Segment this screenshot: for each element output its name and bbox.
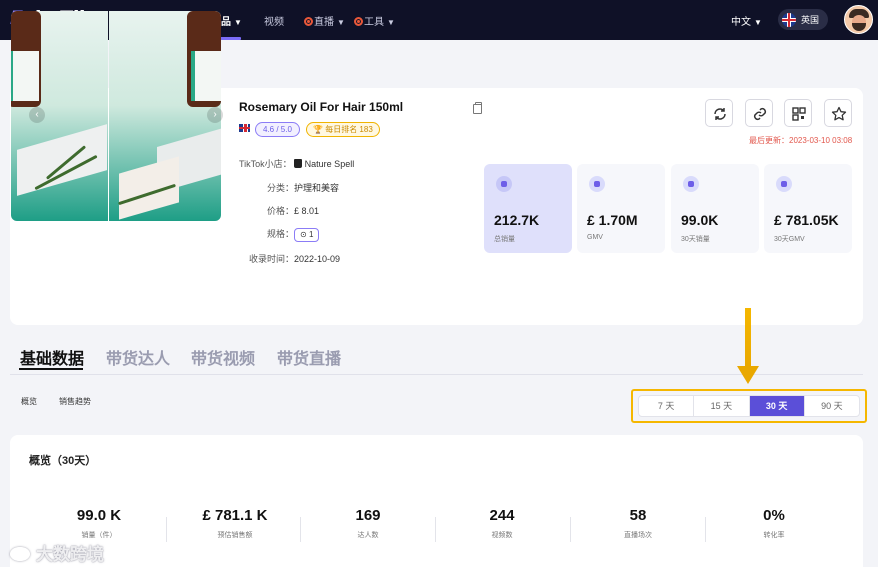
- rating-badge: 4.6 / 5.0: [255, 122, 300, 137]
- carousel-dots[interactable]: ● ○: [129, 293, 144, 299]
- stat-30d-gmv: £ 781.05K 30天GMV: [764, 164, 852, 253]
- product-image-2[interactable]: [109, 11, 221, 221]
- spec-row: 规格： ⊙ 1: [267, 227, 320, 242]
- wallet-icon: [589, 176, 605, 192]
- nav-videos[interactable]: 视频: [264, 13, 284, 28]
- region-label: 英国: [801, 15, 820, 25]
- chevron-down-icon: ▼: [234, 18, 242, 27]
- category-row: 分类：护理和美容: [267, 183, 340, 193]
- range-90-days[interactable]: 90 天: [805, 396, 859, 416]
- nav-live[interactable]: 直播 ▼: [304, 13, 345, 28]
- metric-videos: 244 视频数: [489, 507, 515, 539]
- region-selector[interactable]: 英国: [778, 9, 828, 30]
- chevron-down-icon: ▼: [337, 18, 345, 27]
- metric-estimated-revenue: £ 781.1 K 预估销售额: [202, 507, 268, 539]
- metric-divider: [166, 517, 167, 542]
- qr-code-icon: [792, 107, 806, 121]
- tag-icon: ⊙: [300, 230, 307, 239]
- tab-active-indicator: [19, 368, 83, 370]
- stat-gmv: £ 1.70M GMV: [577, 164, 665, 253]
- language-selector[interactable]: 中文 ▼: [731, 13, 762, 28]
- spec-badge[interactable]: ⊙ 1: [294, 228, 320, 242]
- tab-videos[interactable]: 带货视频: [191, 345, 255, 369]
- tab-influencers[interactable]: 带货达人: [106, 345, 170, 369]
- overview-card: [10, 435, 863, 567]
- box-icon: [683, 176, 699, 192]
- shop-bag-icon: [293, 159, 302, 168]
- tab-live[interactable]: 带货直播: [277, 345, 341, 369]
- product-image-1[interactable]: [11, 11, 108, 221]
- category-value: 护理和美容: [294, 183, 340, 193]
- metric-divider: [705, 517, 706, 542]
- shop-info: TikTok小店： Nature Spell: [239, 159, 355, 169]
- date-range-selector: 7 天 15 天 30 天 90 天: [638, 395, 860, 417]
- range-15-days[interactable]: 15 天: [694, 396, 750, 416]
- metric-conversion-rate: 0% 转化率: [763, 507, 785, 539]
- image-next-icon[interactable]: ›: [207, 107, 223, 123]
- user-avatar[interactable]: [844, 5, 873, 34]
- caret-down-icon: ▼: [754, 18, 762, 27]
- watermark: 大数跨境: [10, 540, 104, 565]
- tools-icon: [354, 17, 363, 26]
- product-title: Rosemary Oil For Hair 150ml: [239, 100, 404, 114]
- copy-icon[interactable]: [473, 102, 482, 114]
- price-row: 价格：£ 8.01: [267, 206, 320, 216]
- tab-divider: [10, 374, 863, 375]
- shop-name[interactable]: Nature Spell: [305, 159, 355, 169]
- link-button[interactable]: [745, 99, 773, 127]
- nav-tools[interactable]: 工具 ▼: [354, 13, 395, 28]
- live-icon: [304, 17, 313, 26]
- annotation-arrow-head: [737, 366, 759, 384]
- last-updated: 最后更新：2023-03-10 03:08: [749, 136, 853, 145]
- metric-sales: 99.0 K 销量（件）: [76, 507, 122, 539]
- refresh-button[interactable]: [705, 99, 733, 127]
- daily-rank-badge: 🏆 每日排名 183: [306, 122, 380, 137]
- subtab-sales-trend[interactable]: 销售趋势: [59, 396, 91, 407]
- uk-flag-icon: [239, 124, 250, 132]
- subtab-overview[interactable]: 概览: [21, 396, 37, 407]
- coins-icon: [776, 176, 792, 192]
- tab-basic-data[interactable]: 基础数据: [20, 345, 84, 369]
- stat-total-sales: 212.7K 总销量: [484, 164, 572, 253]
- range-30-days[interactable]: 30 天: [749, 396, 805, 416]
- chevron-down-icon: ▼: [387, 18, 395, 27]
- overview-title: 概览（30天）: [29, 455, 97, 467]
- metric-live-sessions: 58 直播场次: [624, 507, 652, 539]
- price-value: £ 8.01: [294, 206, 320, 216]
- star-icon: [831, 106, 847, 121]
- link-icon: [753, 107, 767, 121]
- thumbs-up-icon: [496, 176, 512, 192]
- collected-date: 2022-10-09: [294, 254, 341, 264]
- favorite-button[interactable]: [824, 99, 852, 127]
- refresh-icon: [714, 108, 726, 120]
- metric-influencers: 169 达人数: [355, 507, 381, 539]
- watermark-logo-icon: [10, 547, 30, 561]
- uk-flag-icon: [782, 12, 796, 27]
- trophy-icon: 🏆: [313, 125, 323, 134]
- stat-30d-sales: 99.0K 30天销量: [671, 164, 759, 253]
- range-7-days[interactable]: 7 天: [639, 396, 695, 416]
- collected-row: 收录时间：2022-10-09: [249, 254, 341, 264]
- annotation-arrow: [745, 308, 751, 368]
- image-prev-icon[interactable]: ‹: [29, 107, 45, 123]
- qr-code-button[interactable]: [784, 99, 812, 127]
